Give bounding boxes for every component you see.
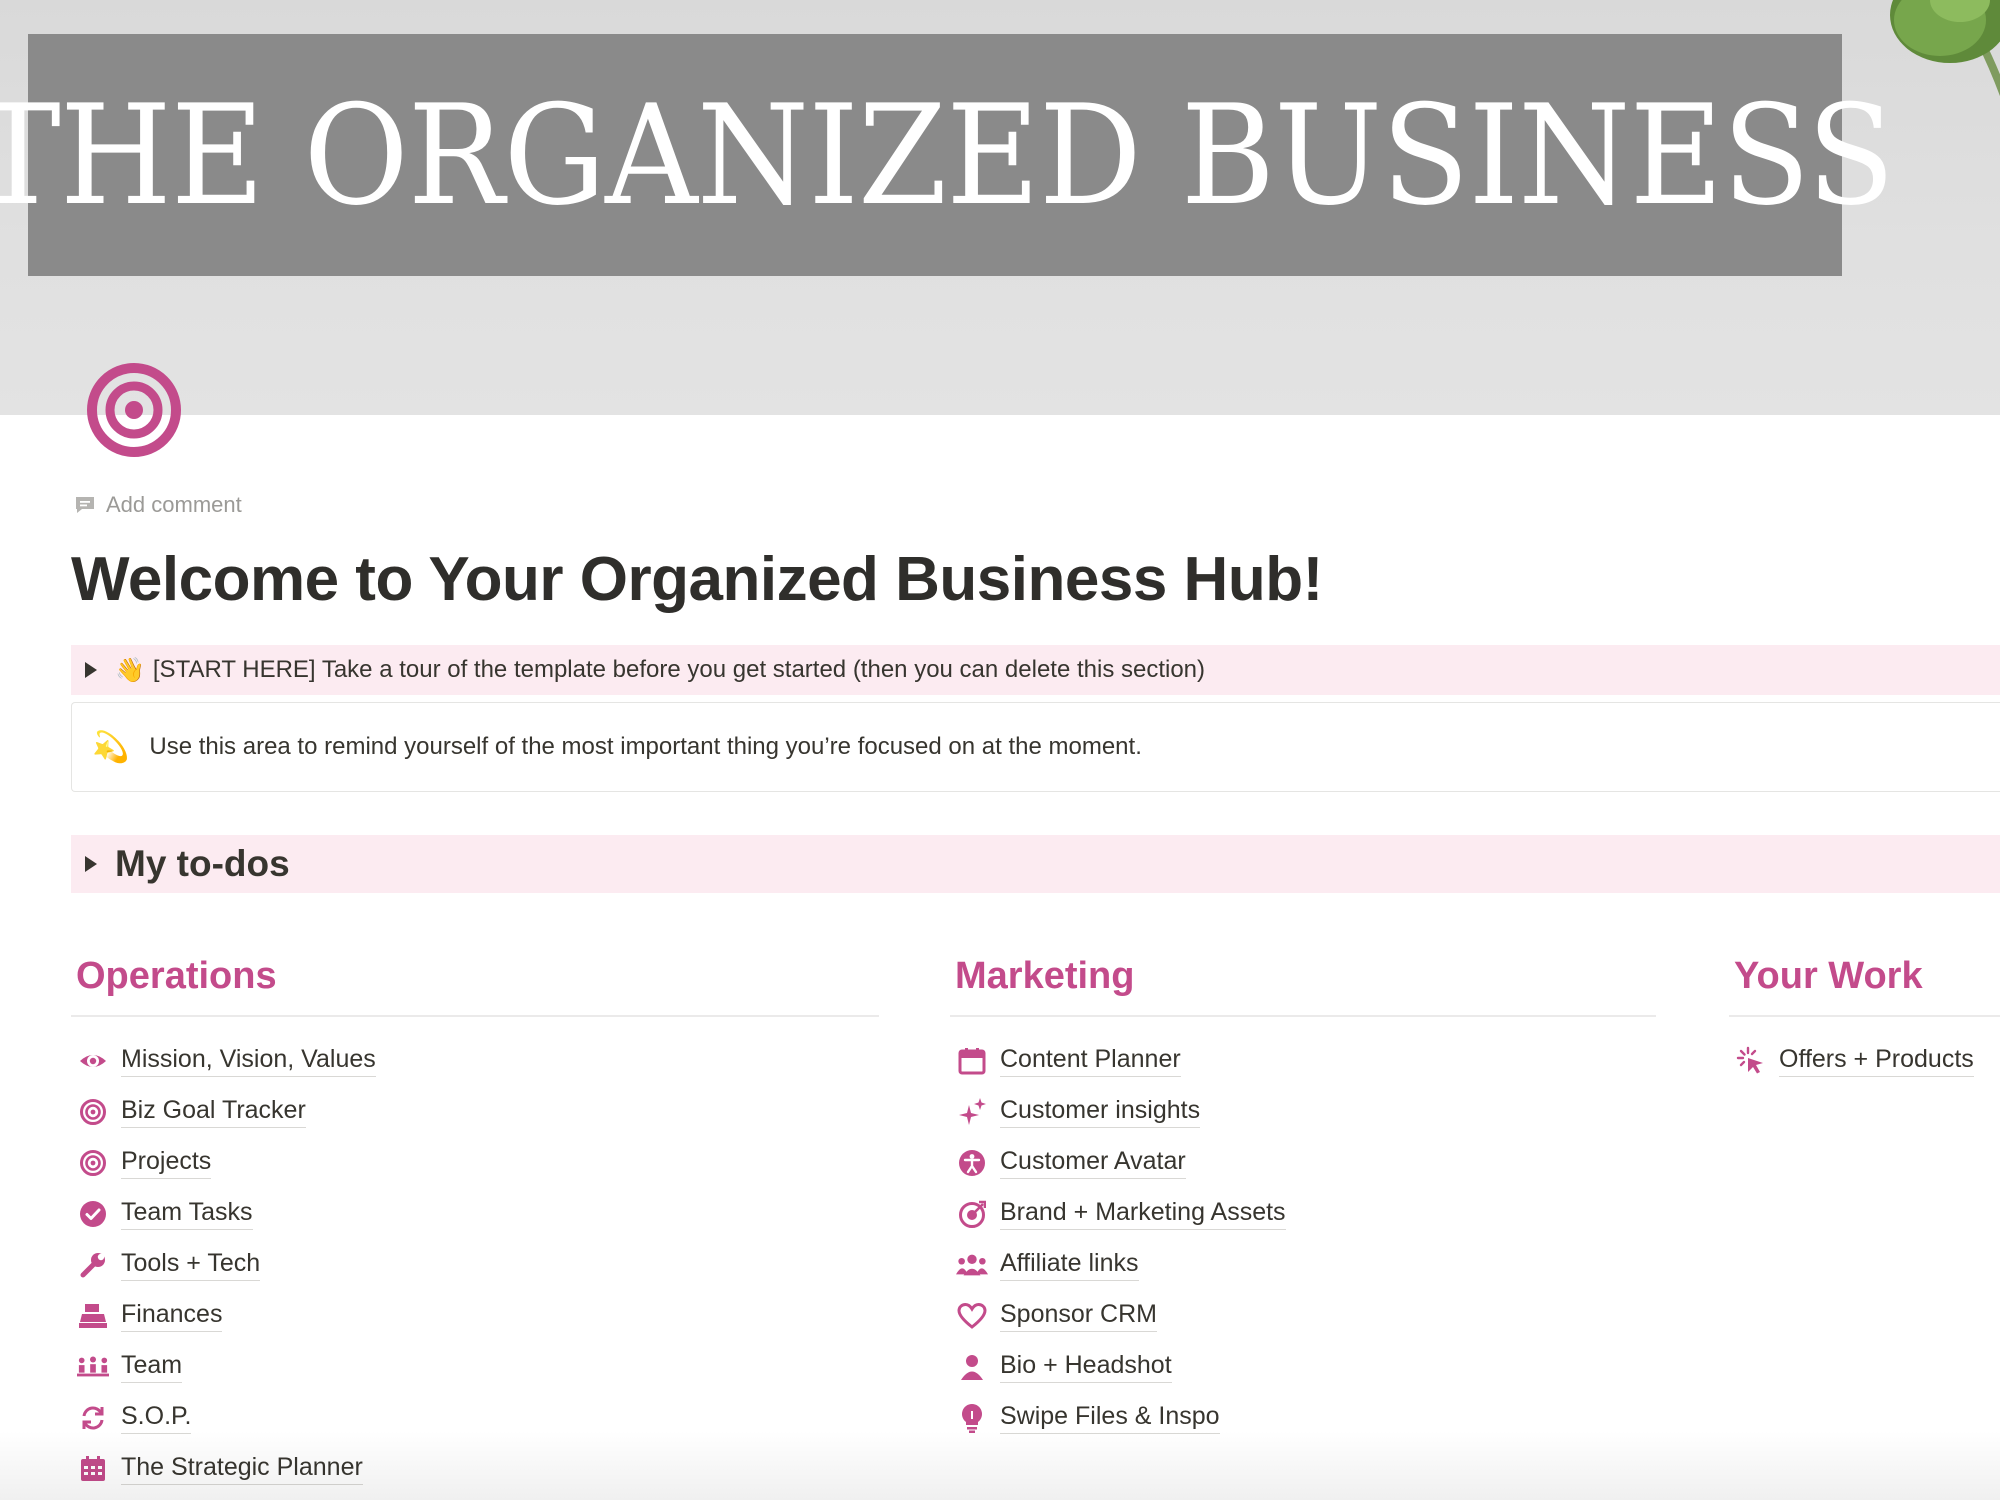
add-comment-button[interactable]: Add comment [74,492,242,518]
link-customer-insights[interactable]: Customer insights [950,1086,1656,1137]
link-affiliate-links[interactable]: Affiliate links [950,1239,1656,1290]
marketing-heading: Marketing [955,955,1135,997]
my-todos-label: My to-dos [115,843,290,884]
link-biz-goal-tracker[interactable]: Biz Goal Tracker [71,1086,879,1137]
heart-icon [957,1302,987,1329]
link-brand-marketing-assets[interactable]: Brand + Marketing Assets [950,1188,1656,1239]
lightbulb-icon [962,1403,982,1433]
callout-text: Use this area to remind yourself of the … [149,733,1142,760]
add-comment-label: Add comment [106,492,242,517]
group-icon [77,1355,109,1376]
link-team-tasks[interactable]: Team Tasks [71,1188,879,1239]
eye-icon [80,1054,106,1067]
dizzy-emoji: 💫 [92,730,130,764]
calendar-icon [958,1047,986,1074]
calendar-grid-icon [81,1455,105,1481]
target-icon[interactable] [86,362,182,458]
marketing-column: Marketing Content Planner Customer insig… [950,955,1656,1443]
your-work-heading: Your Work [1734,955,1923,997]
plant-decoration [1890,0,2000,97]
divider [950,1015,1656,1017]
link-content-planner[interactable]: Content Planner [950,1035,1656,1086]
comment-icon [76,497,94,513]
link-tools-tech[interactable]: Tools + Tech [71,1239,879,1290]
cover-banner: THE ORGANIZED BUSINESS [0,34,1895,276]
operations-column: Operations Mission, Vision, Values Biz G… [71,955,879,1494]
target-icon [80,1149,106,1176]
your-work-column: Your Work Offers + Products [1729,955,2000,1086]
link-bio-headshot[interactable]: Bio + Headshot [950,1341,1656,1392]
toggle-arrow-icon[interactable] [85,856,97,872]
wave-emoji: 👋 [115,656,145,684]
divider [1729,1015,2000,1017]
cover-title: THE ORGANIZED BUSINESS [0,74,1895,236]
start-here-toggle[interactable]: 👋 [START HERE] Take a tour of the templa… [71,645,2000,695]
start-here-label: [START HERE] Take a tour of the template… [152,656,1206,683]
target-icon [80,1098,106,1125]
sparkle-icon [959,1097,986,1125]
wrench-icon [80,1252,105,1277]
link-mission-vision-values[interactable]: Mission, Vision, Values [71,1035,879,1086]
link-customer-avatar[interactable]: Customer Avatar [950,1137,1656,1188]
focus-callout[interactable]: 💫 Use this area to remind yourself of th… [71,702,2000,792]
divider [71,1015,879,1017]
accessibility-icon [959,1149,985,1176]
person-icon [961,1354,983,1380]
my-todos-toggle[interactable]: My to-dos [71,835,2000,893]
link-sop[interactable]: S.O.P. [71,1392,879,1443]
toggle-arrow-icon[interactable] [85,662,97,678]
link-swipe-files-inspo[interactable]: Swipe Files & Inspo [950,1392,1656,1443]
link-offers-products[interactable]: Offers + Products [1729,1035,2000,1086]
cover-image[interactable]: THE ORGANIZED BUSINESS [0,0,2000,415]
people-icon [956,1254,988,1275]
target-arrow-icon [959,1200,986,1228]
link-sponsor-crm[interactable]: Sponsor CRM [950,1290,1656,1341]
link-finances[interactable]: Finances [71,1290,879,1341]
refresh-icon [82,1406,104,1429]
link-projects[interactable]: Projects [71,1137,879,1188]
check-circle-icon [80,1200,106,1227]
cash-register-icon [79,1303,107,1328]
link-strategic-planner[interactable]: The Strategic Planner [71,1443,879,1494]
cursor-click-icon [1736,1046,1763,1073]
page-title[interactable]: Welcome to Your Organized Business Hub! [71,544,1323,615]
operations-heading: Operations [76,955,277,997]
link-team[interactable]: Team [71,1341,879,1392]
